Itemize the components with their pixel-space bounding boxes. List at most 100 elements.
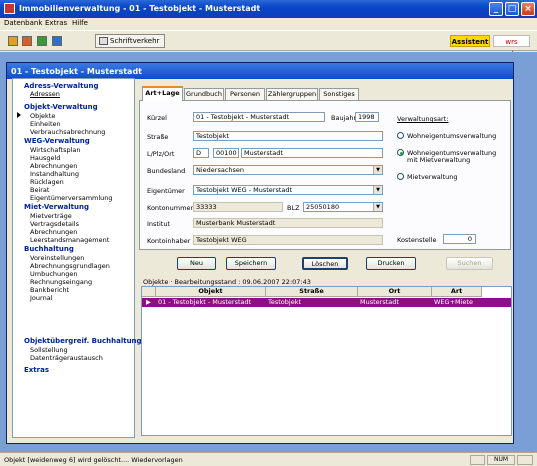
monitor-icon[interactable] xyxy=(52,36,62,46)
home-icon[interactable] xyxy=(8,36,18,46)
chevron-down-icon[interactable]: ▼ xyxy=(373,186,382,194)
radio-miet[interactable] xyxy=(397,173,404,180)
radio-weg-miet-label-2: mit Mietverwaltung xyxy=(407,156,471,164)
strasse-label: Straße xyxy=(147,133,169,141)
land-field[interactable]: D xyxy=(193,148,209,158)
sidebar-item-abrechnungen-miet[interactable]: Abrechnungen xyxy=(30,228,77,236)
sidebar-header-weg[interactable]: WEG-Verwaltung xyxy=(24,137,90,145)
sidebar-item-adressen[interactable]: Adressen xyxy=(30,90,60,98)
sidebar-item-ruecklagen[interactable]: Rücklagen xyxy=(30,178,64,186)
kontonummer-field[interactable]: 33333 xyxy=(193,202,283,212)
sidebar-item-journal[interactable]: Journal xyxy=(30,294,52,302)
object-window-title: 01 - Testobjekt - Musterstadt xyxy=(7,63,513,79)
chevron-down-icon[interactable]: ▼ xyxy=(373,166,382,174)
status-panel-empty-2 xyxy=(517,455,533,465)
column-header-art[interactable]: Art xyxy=(432,287,482,297)
sidebar-item-beirat[interactable]: Beirat xyxy=(30,186,49,194)
minimize-button[interactable]: _ xyxy=(489,2,503,16)
sidebar-header-buchhaltung[interactable]: Buchhaltung xyxy=(24,245,74,253)
sidebar-header-extras[interactable]: Extras xyxy=(24,366,49,374)
sidebar-item-mietvertraege[interactable]: Mietverträge xyxy=(30,212,72,220)
tab-sonstiges[interactable]: Sonstiges xyxy=(319,88,359,100)
plz-field[interactable]: 00100 xyxy=(213,148,239,158)
bundesland-select[interactable]: Niedersachsen ▼ xyxy=(193,165,383,175)
tab-panel-art-lage: Kürzel 01 - Testobjekt - Musterstadt Bau… xyxy=(139,100,511,250)
radio-weg-miet[interactable] xyxy=(397,149,404,156)
radio-weg-label: Wohneigentumsverwaltung xyxy=(407,132,497,140)
sidebar-item-objekte[interactable]: Objekte xyxy=(30,112,55,120)
sidebar-header-miet[interactable]: Miet-Verwaltung xyxy=(24,203,89,211)
blz-select[interactable]: 25050180 ▼ xyxy=(303,202,383,212)
verwaltungsart-label: Verwaltungsart: xyxy=(397,115,449,123)
maximize-button[interactable]: □ xyxy=(505,2,519,16)
wrs-logo: wrs verlag xyxy=(493,35,530,58)
close-button[interactable]: × xyxy=(521,2,535,16)
sidebar-item-voreinstellungen[interactable]: Voreinstellungen xyxy=(30,254,84,262)
menu-datenbank[interactable]: Datenbank xyxy=(4,19,42,27)
app-icon xyxy=(4,3,15,14)
kostenstelle-field[interactable]: 0 xyxy=(443,234,476,244)
sidebar-item-einheiten[interactable]: Einheiten xyxy=(30,120,61,128)
sidebar-item-umbuchungen[interactable]: Umbuchungen xyxy=(30,270,78,278)
table-row[interactable]: ▶ 01 - Testobjekt - Musterstadt Testobje… xyxy=(142,298,511,307)
sidebar-item-abrechnungen-weg[interactable]: Abrechnungen xyxy=(30,162,77,170)
chart-icon[interactable] xyxy=(37,36,47,46)
kontoinhaber-field[interactable]: Testobjekt WEG xyxy=(193,235,383,245)
sidebar-item-datentraegeraustausch[interactable]: Datenträgeraustausch xyxy=(30,354,103,362)
menu-bar: Datenbank Extras Hilfe xyxy=(0,18,537,29)
status-bar: Objekt [weidenweg 6] wird gelöscht.... W… xyxy=(0,452,537,466)
sidebar-item-wirtschaftsplan[interactable]: Wirtschaftsplan xyxy=(30,146,81,154)
schriftverkehr-button[interactable]: Schriftverkehr xyxy=(95,34,165,48)
kontoinhaber-label: Kontoinhaber xyxy=(147,237,191,245)
column-header-ort[interactable]: Ort xyxy=(358,287,432,297)
column-header-objekt[interactable]: Objekt xyxy=(156,287,266,297)
sidebar-item-verbrauchsabrechnung[interactable]: Verbrauchsabrechnung xyxy=(30,128,105,136)
chevron-down-icon[interactable]: ▼ xyxy=(373,203,382,211)
bundesland-value: Niedersachsen xyxy=(196,166,245,174)
calculator-icon[interactable] xyxy=(22,36,32,46)
strasse-field[interactable]: Testobjekt xyxy=(193,131,383,141)
baujahr-field[interactable]: 1998 xyxy=(355,112,379,122)
row-indicator-icon: ▶ xyxy=(146,298,151,306)
sidebar-header-objektuebergreif[interactable]: Objektübergreif. Buchhaltung xyxy=(24,337,142,345)
drucken-button[interactable]: Drucken xyxy=(366,257,416,270)
eigentuemer-value: Testobjekt WEG - Musterstadt xyxy=(196,186,293,194)
sidebar: Adress-Verwaltung Adressen Objekt-Verwal… xyxy=(12,78,142,438)
sidebar-item-hausgeld[interactable]: Hausgeld xyxy=(30,154,60,162)
cell-strasse: Testobjekt xyxy=(268,298,302,306)
objects-table: Objekt Straße Ort Art ▶ 01 - Testobjekt … xyxy=(141,286,512,436)
sidebar-item-sollstellung[interactable]: Sollstellung xyxy=(30,346,68,354)
neu-button[interactable]: Neu xyxy=(177,257,216,270)
blz-label: BLZ xyxy=(287,204,300,212)
kuerzel-field[interactable]: 01 - Testobjekt - Musterstadt xyxy=(193,112,325,122)
menu-hilfe[interactable]: Hilfe xyxy=(72,19,88,27)
sidebar-header-adress[interactable]: Adress-Verwaltung xyxy=(24,82,99,90)
tab-zaehlergruppen[interactable]: Zählergruppen xyxy=(266,88,318,100)
sidebar-header-objekt[interactable]: Objekt-Verwaltung xyxy=(24,103,98,111)
schriftverkehr-label: Schriftverkehr xyxy=(110,37,160,45)
eigentuemer-select[interactable]: Testobjekt WEG - Musterstadt ▼ xyxy=(193,185,383,195)
tab-art-lage[interactable]: Art+Lage xyxy=(142,86,183,101)
ort-field[interactable]: Musterstadt xyxy=(241,148,383,158)
sidebar-item-instandhaltung[interactable]: Instandhaltung xyxy=(30,170,79,178)
sidebar-item-leerstandsmanagement[interactable]: Leerstandsmanagement xyxy=(30,236,109,244)
sidebar-item-eigentuemerversammlung[interactable]: Eigentümerversammlung xyxy=(30,194,113,202)
letter-icon xyxy=(99,37,108,45)
menu-extras[interactable]: Extras xyxy=(45,19,67,27)
assistent-logo[interactable]: Assistent xyxy=(450,35,490,47)
sidebar-item-abrechnungsgrundlagen[interactable]: Abrechnungsgrundlagen xyxy=(30,262,110,270)
radio-miet-label: Mietverwaltung xyxy=(407,173,458,181)
kuerzel-label: Kürzel xyxy=(147,114,167,122)
sidebar-item-rechnungseingang[interactable]: Rechnungseingang xyxy=(30,278,92,286)
row-header-corner xyxy=(142,287,156,297)
edit-status: Objekte · Bearbeitungsstand : 09.06.2007… xyxy=(143,278,311,286)
loeschen-button[interactable]: Löschen xyxy=(302,257,348,270)
column-header-strasse[interactable]: Straße xyxy=(266,287,358,297)
kontonummer-label: Kontonummer xyxy=(147,204,194,212)
sidebar-item-vertragsdetails[interactable]: Vertragsdetails xyxy=(30,220,79,228)
radio-weg[interactable] xyxy=(397,132,404,139)
sidebar-item-bankbericht[interactable]: Bankbericht xyxy=(30,286,69,294)
speichern-button[interactable]: Speichern xyxy=(226,257,276,270)
tab-personen[interactable]: Personen xyxy=(225,88,265,100)
tab-grundbuch[interactable]: Grundbuch xyxy=(184,88,224,100)
